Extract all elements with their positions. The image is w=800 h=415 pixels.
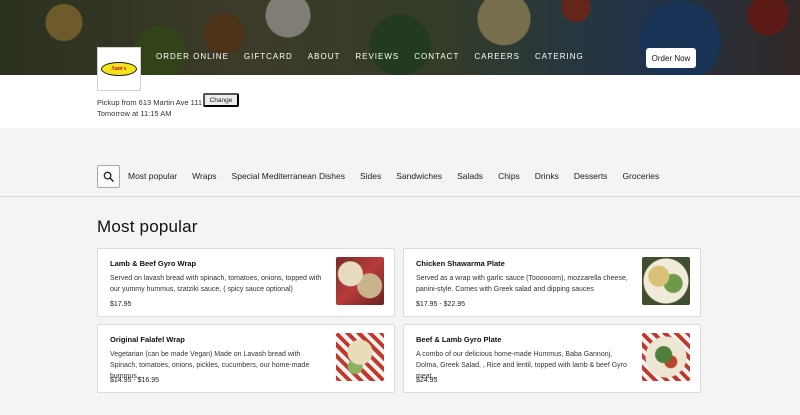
nav-contact[interactable]: CONTACT bbox=[414, 52, 459, 61]
item-price: $17.95 bbox=[110, 301, 132, 308]
item-name: Chicken Shawarma Plate bbox=[416, 259, 505, 268]
nav-order-online[interactable]: ORDER ONLINE bbox=[156, 52, 229, 61]
item-description: Served as a wrap with garlic sauce (Tooo… bbox=[416, 275, 628, 293]
item-price: $17.95 - $22.95 bbox=[416, 301, 466, 308]
item-price: $24.95 bbox=[416, 377, 438, 384]
logo-oval: Sam's bbox=[101, 62, 137, 76]
item-photo bbox=[336, 333, 384, 381]
menu-item-card[interactable]: Beef & Lamb Gyro Plate A combo of our de… bbox=[403, 324, 701, 393]
category-drinks[interactable]: Drinks bbox=[535, 171, 559, 181]
order-now-button[interactable]: Order Now bbox=[646, 48, 696, 68]
menu-item-card[interactable]: Lamb & Beef Gyro Wrap Served on lavash b… bbox=[97, 248, 395, 317]
restaurant-logo[interactable]: Sam's bbox=[97, 47, 141, 91]
search-button[interactable] bbox=[97, 165, 120, 188]
category-desserts[interactable]: Desserts bbox=[574, 171, 608, 181]
nav-reviews[interactable]: REVIEWS bbox=[355, 52, 399, 61]
item-name: Beef & Lamb Gyro Plate bbox=[416, 335, 502, 344]
category-sandwiches[interactable]: Sandwiches bbox=[396, 171, 442, 181]
nav-about[interactable]: ABOUT bbox=[308, 52, 341, 61]
category-wraps[interactable]: Wraps bbox=[192, 171, 216, 181]
item-name: Original Falafel Wrap bbox=[110, 335, 185, 344]
section-title: Most popular bbox=[97, 217, 198, 236]
category-sides[interactable]: Sides bbox=[360, 171, 381, 181]
menu-item-card[interactable]: Chicken Shawarma Plate Served as a wrap … bbox=[403, 248, 701, 317]
category-special-mediterranean[interactable]: Special Mediterranean Dishes bbox=[232, 171, 345, 181]
category-most-popular[interactable]: Most popular bbox=[128, 171, 177, 181]
nav-catering[interactable]: CATERING bbox=[535, 52, 584, 61]
change-pickup-button[interactable]: Change bbox=[203, 93, 239, 107]
category-salads[interactable]: Salads bbox=[457, 171, 483, 181]
search-icon bbox=[103, 171, 114, 182]
category-list: Most popular Wraps Special Mediterranean… bbox=[128, 171, 674, 181]
item-description: A combo of our delicious home-made Hummu… bbox=[416, 351, 627, 380]
item-description: Served on lavash bread with spinach, tom… bbox=[110, 275, 322, 293]
nav-giftcard[interactable]: GIFTCARD bbox=[244, 52, 293, 61]
item-photo bbox=[642, 333, 690, 381]
logo-text: Sam's bbox=[111, 66, 127, 72]
pickup-info: Pickup from 613 Martin Ave 111 Tomorrow … bbox=[97, 97, 202, 119]
nav-careers[interactable]: CAREERS bbox=[474, 52, 520, 61]
item-photo bbox=[336, 257, 384, 305]
category-chips[interactable]: Chips bbox=[498, 171, 520, 181]
category-bar: Most popular Wraps Special Mediterranean… bbox=[0, 157, 800, 197]
menu-item-card[interactable]: Original Falafel Wrap Vegetarian (can be… bbox=[97, 324, 395, 393]
main-nav: ORDER ONLINE GIFTCARD ABOUT REVIEWS CONT… bbox=[156, 52, 599, 61]
category-groceries[interactable]: Groceries bbox=[622, 171, 659, 181]
pickup-location: Pickup from 613 Martin Ave 111 bbox=[97, 98, 203, 107]
item-price: $14.95 - $16.95 bbox=[110, 377, 160, 384]
item-photo bbox=[642, 257, 690, 305]
item-name: Lamb & Beef Gyro Wrap bbox=[110, 259, 197, 268]
pickup-time: Tomorrow at 11:15 AM bbox=[97, 109, 172, 118]
